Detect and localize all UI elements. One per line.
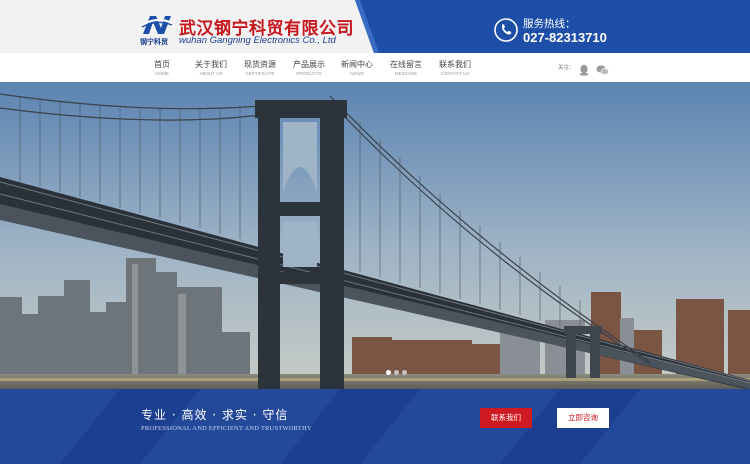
nav-item-products[interactable]: 产品展示 PRODUCTS [284,60,334,77]
nav-item-label: 产品展示 [293,60,325,69]
nav-item-sublabel: PRODUCTS [296,71,322,76]
nav-item-sublabel: CONTACT US [440,71,470,76]
banner-dot-1[interactable] [386,370,391,375]
consult-now-button[interactable]: 立即咨询 [557,408,609,428]
wechat-icon[interactable] [596,61,609,75]
follow-label: 关注： [558,65,575,71]
nav-item-label: 首页 [154,60,170,69]
nav-item-sublabel: HOME [155,71,169,76]
nav-item-news[interactable]: 新闻中心 NEWS [332,60,382,77]
nav-item-sublabel: CERTIFICATE [245,71,275,76]
slogan-english: PROFESSIONAL AND EFFICIENT AND TRUSTWORT… [141,425,312,432]
nav-item-label: 新闻中心 [341,60,373,69]
logo-subtitle: 钢宁科贸 [140,38,168,46]
slogan-chinese: 专业 · 高效 · 求实 · 守信 [141,408,289,422]
banner-dot-3[interactable] [402,370,407,375]
nav-item-home[interactable]: 首页 HOME [137,60,187,77]
nav-item-stock[interactable]: 现货资源 CERTIFICATE [235,60,285,77]
nav-item-label: 关于我们 [195,60,227,69]
nav-item-label: 现货资源 [244,60,276,69]
slogan-bar: 专业 · 高效 · 求实 · 守信 PROFESSIONAL AND EFFIC… [0,389,750,464]
nav-item-label: 联系我们 [439,60,471,69]
nav-item-about[interactable]: 关于我们 ABOUT US [186,60,236,77]
hotline-number[interactable]: 027-82313710 [523,30,607,45]
nav-item-message[interactable]: 在线留言 MESSAGE [381,60,431,77]
company-name-english: wuhan Gangning Electronics Co., Ltd [179,35,336,46]
phone-icon [494,18,518,42]
nav-item-sublabel: MESSAGE [394,71,418,76]
bridge-skyline-image [0,82,750,389]
contact-us-button[interactable]: 联系我们 [480,408,532,428]
hotline-label: 服务热线： [523,18,576,30]
banner-dot-2[interactable] [394,370,399,375]
header-blue-band [0,0,750,53]
site-header: 钢宁科贸 武汉钢宁科贸有限公司 wuhan Gangning Electroni… [0,0,750,53]
qq-icon[interactable] [578,61,590,76]
nav-item-contact[interactable]: 联系我们 CONTACT US [430,60,480,77]
main-navigation: 首页 HOME 关于我们 ABOUT US 现货资源 CERTIFICATE 产… [0,53,750,82]
nav-item-sublabel: NEWS [350,71,364,76]
nav-item-label: 在线留言 [390,60,422,69]
nav-item-sublabel: ABOUT US [199,71,223,76]
hero-banner[interactable] [0,82,750,389]
slogan-background-pattern [0,389,750,464]
